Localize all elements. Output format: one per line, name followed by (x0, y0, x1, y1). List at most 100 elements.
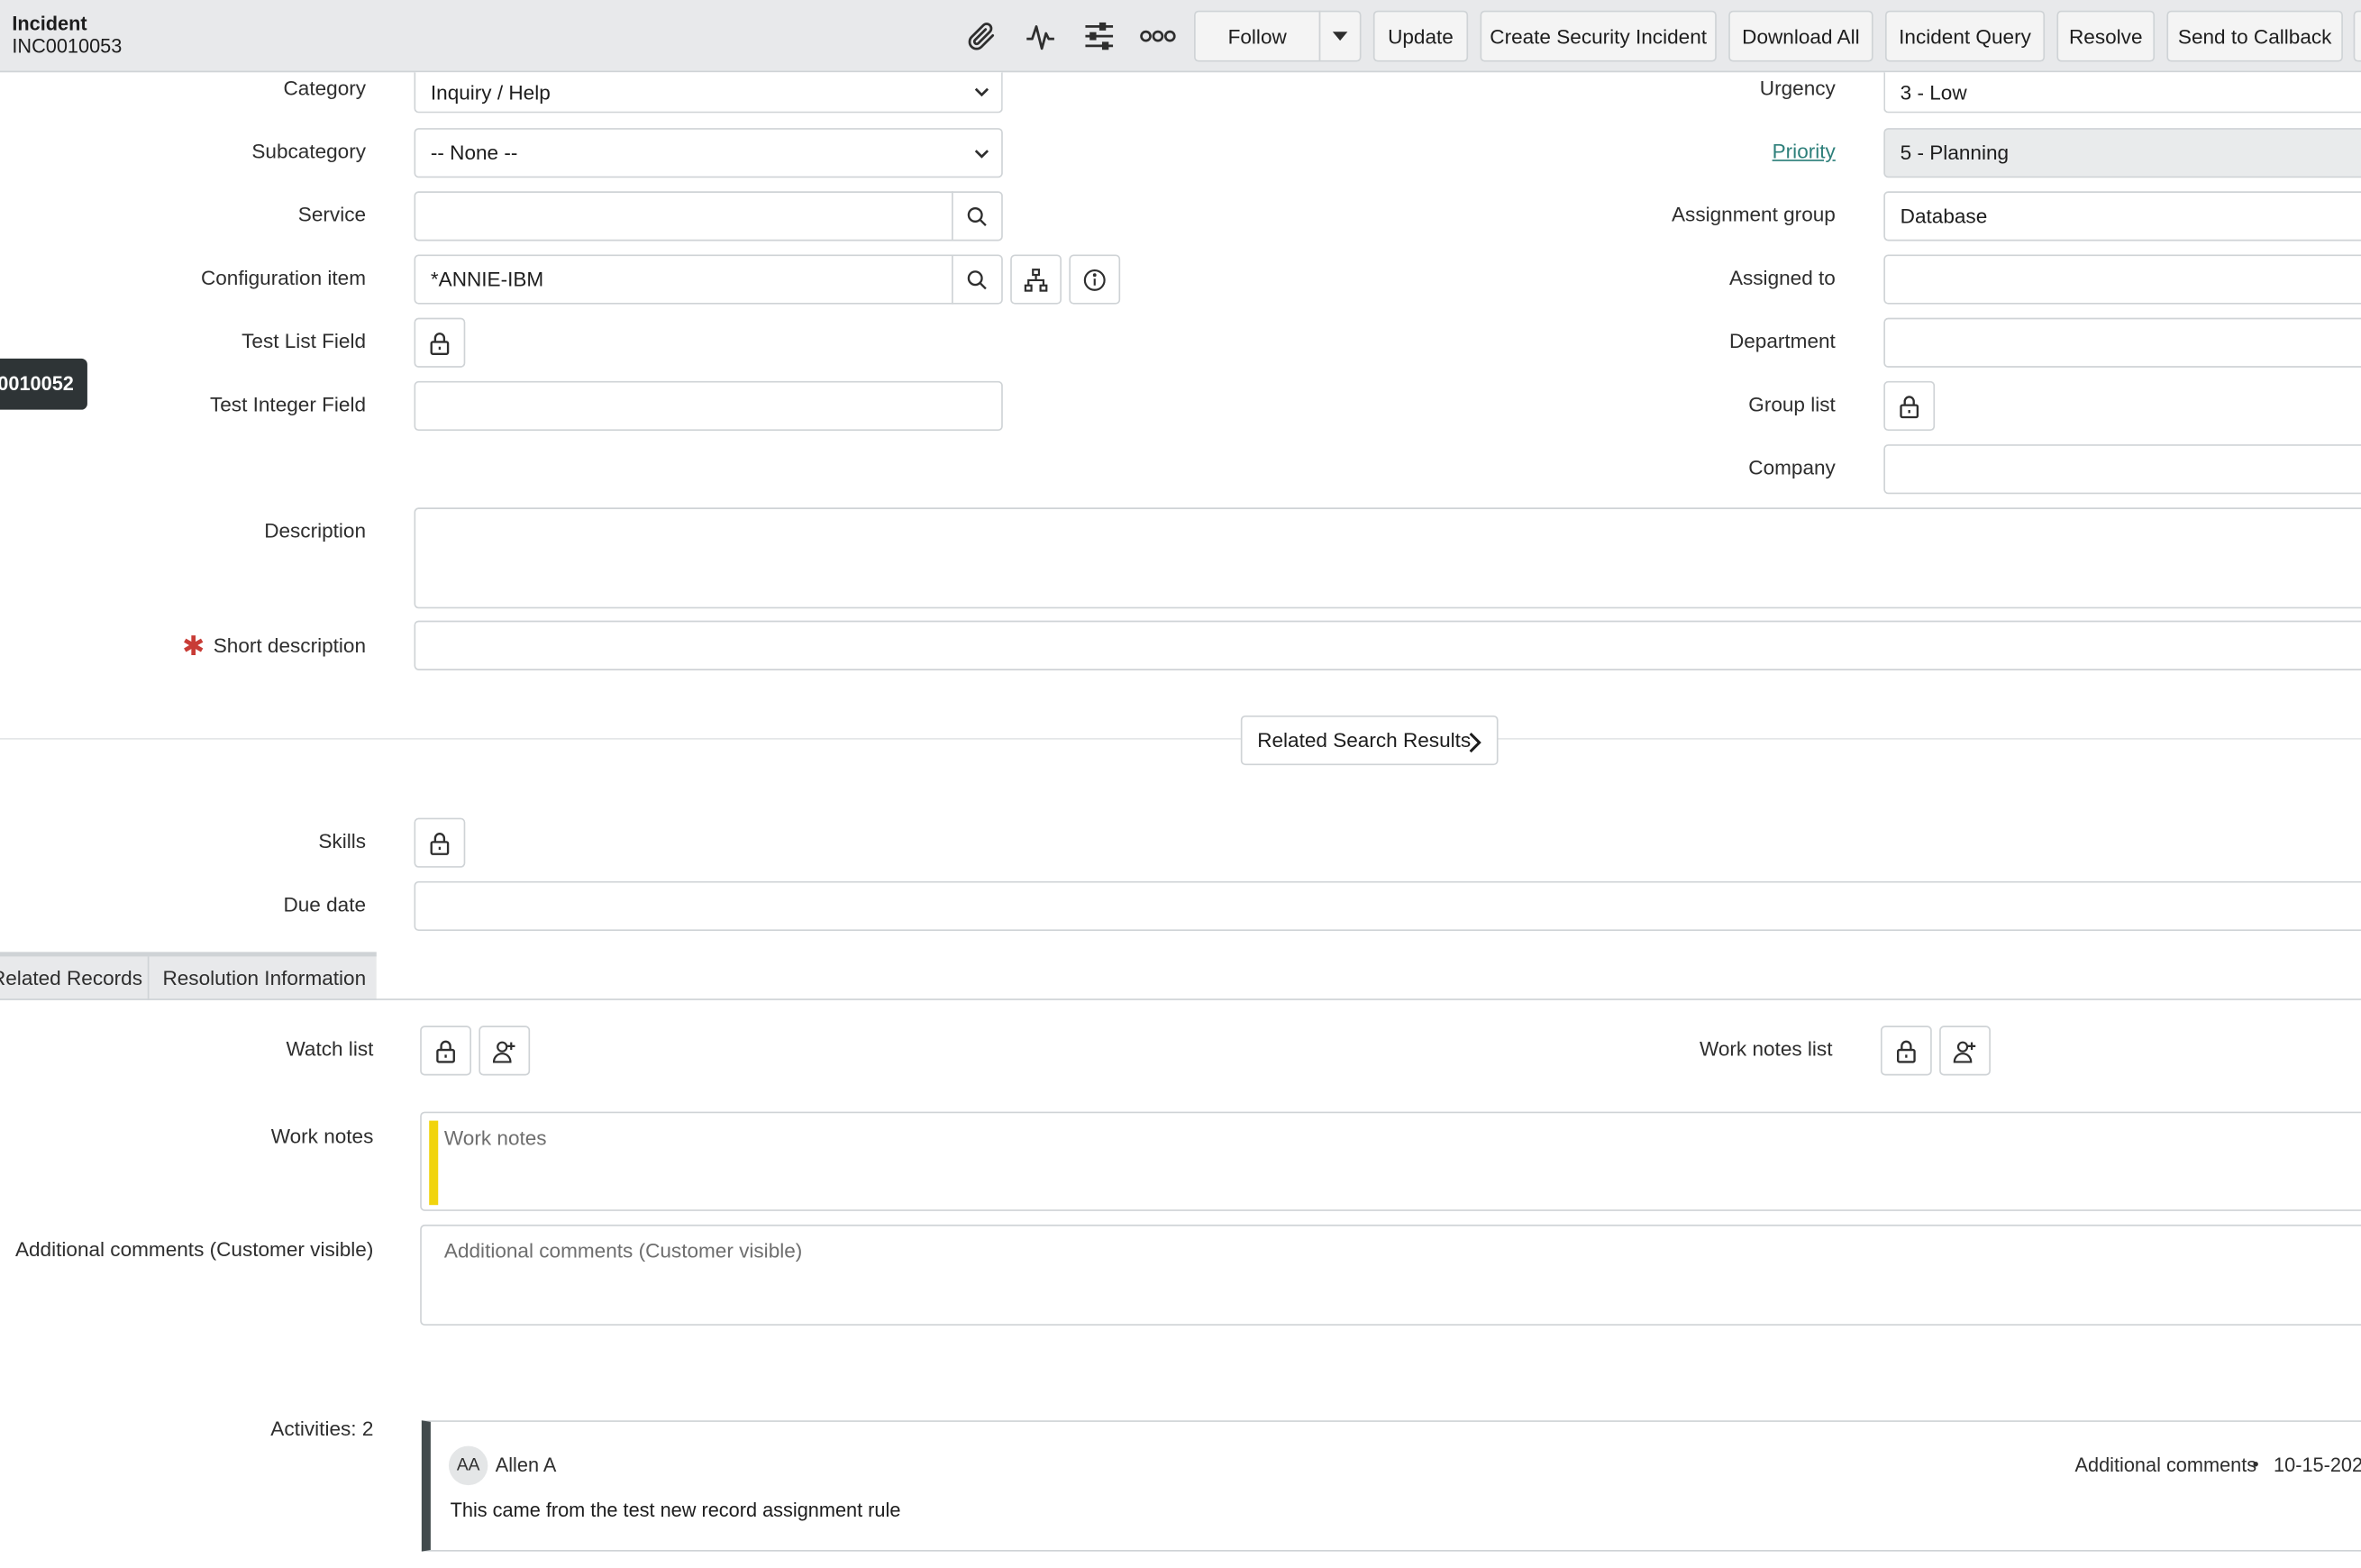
lock-icon (1896, 1038, 1917, 1062)
configuration-item-input[interactable]: *ANNIE-IBM (414, 254, 953, 305)
tab-divider (147, 956, 150, 1000)
dependency-map-button[interactable] (1010, 254, 1062, 305)
category-value: Inquiry / Help (430, 80, 551, 104)
work-notes-textarea[interactable]: Work notes (420, 1111, 2361, 1211)
service-label: Service (297, 203, 367, 226)
urgency-select[interactable]: 3 - Low (1883, 72, 2361, 114)
work-notes-placeholder: Work notes (443, 1126, 547, 1150)
work-notes-list-label: Work notes list (1699, 1037, 1833, 1061)
test-list-field-label: Test List Field (242, 330, 367, 353)
short-description-label: Short description (213, 634, 367, 657)
company-input[interactable] (1883, 444, 2361, 495)
tab-resolution-information[interactable]: Resolution Information (162, 967, 366, 989)
tab-bar-underline (0, 998, 2361, 1000)
watch-list-add-me-button[interactable] (479, 1026, 531, 1076)
overflow-button-edge[interactable] (2353, 10, 2361, 62)
activity-text: This came from the test new record assig… (450, 1499, 901, 1522)
assigned-to-input[interactable] (1883, 254, 2361, 305)
priority-link[interactable]: Priority (1773, 140, 1836, 162)
short-description-input[interactable] (414, 620, 2361, 670)
work-notes-list-add-me-button[interactable] (1939, 1026, 1991, 1076)
activity-author: Allen A (495, 1453, 557, 1477)
skills-label: Skills (318, 829, 367, 853)
info-icon (1082, 268, 1107, 292)
due-date-label: Due date (283, 893, 367, 916)
lock-icon (1899, 394, 1919, 418)
lock-icon (435, 1038, 456, 1062)
form-title: Incident (12, 12, 87, 35)
additional-comments-textarea[interactable]: Additional comments (Customer visible) (420, 1224, 2361, 1326)
priority-field: 5 - Planning (1883, 128, 2361, 178)
test-list-field-unlock-button[interactable] (414, 317, 466, 368)
assignment-group-input[interactable]: Database (1883, 191, 2361, 242)
urgency-label: Urgency (1759, 77, 1836, 100)
hierarchy-icon (1024, 268, 1048, 292)
service-input[interactable] (414, 191, 953, 242)
follow-dropdown-button[interactable] (1318, 10, 1362, 62)
section-divider (0, 738, 2361, 740)
chevron-down-icon (974, 149, 989, 158)
category-label: Category (283, 77, 367, 100)
additional-comments-label: Additional comments (Customer visible) (14, 1237, 374, 1262)
ci-info-button[interactable] (1069, 254, 1121, 305)
watch-list-unlock-button[interactable] (420, 1026, 471, 1076)
record-tooltip-text: INC0010052 (0, 371, 74, 395)
configuration-item-label: Configuration item (200, 266, 367, 289)
chevron-right-icon (1468, 732, 1481, 753)
add-user-icon (1953, 1038, 1977, 1062)
activity-separator: • (2252, 1453, 2259, 1475)
send-to-callback-button[interactable]: Send to Callback (2166, 10, 2343, 62)
subcategory-select[interactable]: -- None -- (414, 128, 1003, 178)
group-list-unlock-button[interactable] (1883, 380, 1936, 432)
search-icon (967, 205, 988, 226)
company-label: Company (1748, 456, 1836, 479)
download-all-button[interactable]: Download All (1728, 10, 1873, 62)
subcategory-value: -- None -- (430, 141, 518, 165)
more-icon[interactable] (1137, 15, 1180, 58)
resolve-button[interactable]: Resolve (2056, 10, 2156, 62)
search-icon (967, 269, 988, 289)
avatar: AA (448, 1445, 488, 1486)
record-number: INC0010053 (12, 34, 123, 58)
activity-icon[interactable] (1019, 15, 1062, 58)
due-date-input[interactable] (414, 880, 2361, 931)
incident-query-button[interactable]: Incident Query (1884, 10, 2046, 62)
update-button[interactable]: Update (1372, 10, 1469, 62)
work-notes-list-unlock-button[interactable] (1880, 1026, 1932, 1076)
activities-label: Activities: 2 (270, 1417, 374, 1440)
caret-down-icon (1332, 32, 1348, 41)
form-header: Incident INC0010053 Follow Update Create… (0, 0, 2361, 73)
paperclip-icon[interactable] (961, 15, 1003, 58)
sliders-icon[interactable] (1078, 15, 1120, 58)
lock-icon (429, 831, 450, 855)
chevron-down-icon (974, 87, 989, 96)
group-list-label: Group list (1748, 393, 1836, 416)
department-input[interactable] (1883, 317, 2361, 368)
follow-button[interactable]: Follow (1194, 10, 1321, 62)
category-select[interactable]: Inquiry / Help (414, 72, 1003, 114)
assignment-group-label: Assignment group (1672, 203, 1836, 226)
activity-card: AA Allen A Additional comments • 10-15-2… (421, 1420, 2361, 1552)
assigned-to-label: Assigned to (1728, 266, 1836, 289)
skills-unlock-button[interactable] (414, 817, 466, 868)
additional-comments-placeholder: Additional comments (Customer visible) (443, 1239, 803, 1263)
watch-list-label: Watch list (286, 1037, 374, 1061)
tab-related-records[interactable]: Related Records (0, 967, 142, 989)
add-user-icon (492, 1038, 516, 1062)
service-lookup-button[interactable] (952, 191, 1003, 242)
configuration-item-lookup-button[interactable] (952, 254, 1003, 305)
activity-date: 10-15-2021 (2274, 1453, 2361, 1477)
description-label: Description (264, 519, 367, 542)
test-integer-field-label: Test Integer Field (209, 393, 367, 416)
activity-type: Additional comments (2074, 1453, 2257, 1477)
related-search-results-label: Related Search Results (1257, 729, 1472, 752)
lock-icon (429, 331, 450, 355)
work-notes-accent-bar (429, 1120, 439, 1206)
subcategory-label: Subcategory (251, 140, 367, 163)
department-label: Department (1728, 330, 1836, 353)
record-tooltip: INC0010052 (0, 358, 87, 410)
related-search-results-button[interactable]: Related Search Results (1240, 715, 1499, 766)
create-security-incident-button[interactable]: Create Security Incident (1480, 10, 1717, 62)
test-integer-field-input[interactable] (414, 380, 1003, 432)
description-textarea[interactable] (414, 507, 2361, 609)
